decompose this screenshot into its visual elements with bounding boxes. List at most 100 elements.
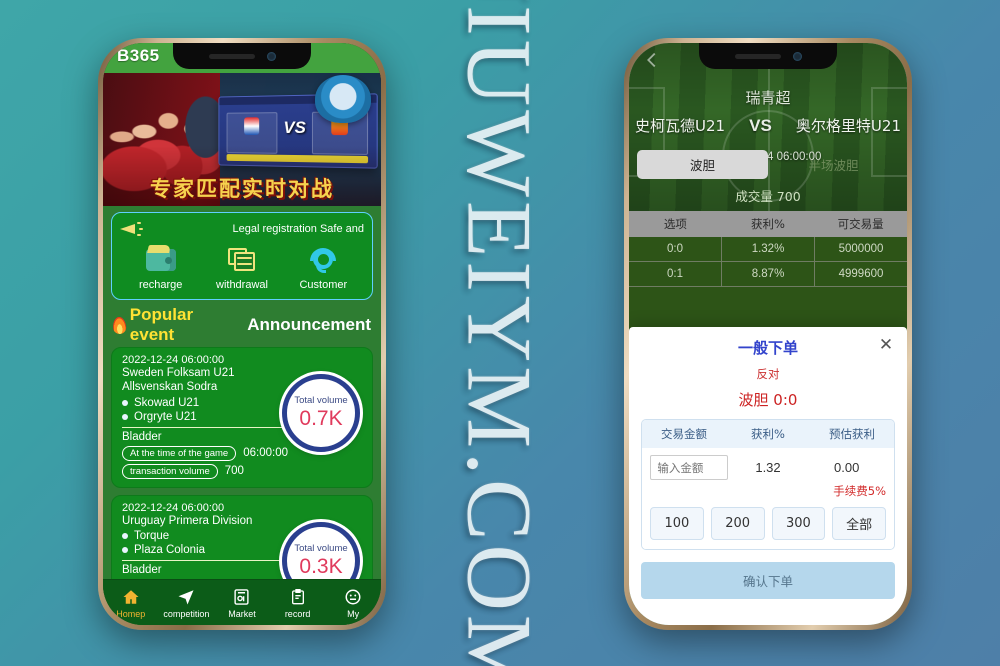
phone-right-screen-frame: 瑞青超 史柯瓦德U21 VS 奥尔格里特U21 2022-12-24 06:00… — [629, 43, 907, 625]
speaker-icon — [208, 53, 255, 59]
bet-column-amount: 交易金额 — [661, 427, 707, 441]
back-chevron-icon[interactable] — [641, 49, 663, 71]
cell-option: 0:0 — [629, 237, 722, 261]
cell-tradable: 5000000 — [838, 243, 884, 255]
quick-actions-card: Legal registration Safe and recharge wit… — [111, 212, 373, 300]
promo-text: Legal registration Safe and — [232, 223, 364, 235]
banner-headline: 专家匹配实时对战 — [150, 177, 334, 201]
action-customer-label: Customer — [299, 279, 348, 291]
flame-icon — [112, 316, 127, 334]
match-detail-screen: 瑞青超 史柯瓦德U21 VS 奥尔格里特U21 2022-12-24 06:00… — [629, 43, 907, 625]
match-volume-row: transaction volume 700 — [122, 463, 362, 479]
quick-amount-row: 100 200 300 全部 — [650, 507, 886, 540]
bet-panel: 交易金额 获利% 预估获利 1.32 0.00 手续费5% — [641, 419, 895, 550]
team-away-name: 奥尔格里特U21 — [795, 117, 901, 135]
team-home-name: 史柯瓦德U21 — [635, 117, 726, 135]
place-order-modal: 一般下单 ✕ 反对 波胆 0:0 交易金额 获利% 预估获利 输入金额 1.32… — [629, 327, 907, 625]
table-row[interactable]: 0:0 1.32% 5000000 — [629, 237, 907, 262]
league-name: 瑞青超 — [745, 89, 791, 107]
total-volume-label: Total volume — [294, 395, 348, 406]
notch-right — [699, 43, 837, 69]
cell-option: 0:1 — [629, 262, 722, 286]
phone-left: B365 VS 专家匹配实时对战 — [98, 38, 386, 630]
total-volume-value: 0.3K — [299, 554, 343, 578]
nav-item-homepage[interactable]: Homep — [103, 587, 159, 619]
volume-value: 700 — [224, 465, 244, 478]
action-recharge[interactable]: recharge — [120, 245, 201, 291]
bet-calc-row: 1.32 0.00 — [650, 455, 886, 480]
nav-item-record[interactable]: record — [270, 587, 326, 619]
bet-side-label: 反对 — [756, 367, 780, 381]
banknotes-icon — [201, 245, 282, 275]
wallet-icon — [120, 245, 201, 275]
promo-row: Legal registration Safe and — [120, 219, 364, 239]
total-volume-value: 0.7K — [299, 407, 343, 430]
action-withdrawal[interactable]: withdrawal — [201, 245, 282, 291]
nav-item-market[interactable]: Market — [214, 587, 270, 619]
kickoff-value: 06:00:00 — [243, 447, 288, 460]
market-tabs: 波胆 半场波胆 — [629, 150, 907, 179]
kickoff-pill: At the time of the game — [122, 445, 237, 461]
vs-label: VS — [749, 115, 772, 135]
match-team-away-label: Plaza Colonia — [134, 544, 205, 557]
column-header-profit: 获利% — [751, 217, 785, 231]
bet-panel-header: 交易金额 获利% 预估获利 — [642, 420, 894, 448]
phone-right: 瑞青超 史柯瓦德U21 VS 奥尔格里特U21 2022-12-24 06:00… — [624, 38, 912, 630]
match-card[interactable]: 2022-12-24 06:00:00 Uruguay Primera Divi… — [111, 494, 373, 579]
megaphone-icon — [120, 221, 143, 237]
bet-column-estimated: 预估获利 — [829, 427, 875, 441]
bullet-icon — [122, 533, 128, 540]
nav-item-market-label: Market — [228, 608, 256, 619]
close-icon[interactable]: ✕ — [877, 336, 895, 354]
quick-amount-300[interactable]: 300 — [771, 507, 826, 540]
turnover-label: 成交量 700 — [735, 189, 801, 204]
hero-banner[interactable]: VS 专家匹配实时对战 — [103, 73, 381, 206]
quick-amount-100[interactable]: 100 — [650, 507, 704, 540]
action-recharge-label: recharge — [138, 279, 183, 291]
profit-percent-value: 1.32 — [755, 460, 781, 475]
match-card[interactable]: 2022-12-24 06:00:00 Sweden Folksam U21 A… — [111, 347, 373, 488]
divider — [122, 560, 287, 562]
volume-pill: transaction volume — [122, 463, 218, 479]
popular-events-header: Popular event Announcement — [103, 300, 381, 347]
nav-item-record-label: record — [284, 608, 311, 619]
cell-profit: 8.87% — [722, 262, 815, 286]
action-withdrawal-label: withdrawal — [216, 279, 268, 291]
teams-row: 史柯瓦德U21 VS 奥尔格里特U21 — [629, 115, 907, 136]
bottom-nav: Homep competition Market record My — [103, 579, 381, 625]
nav-item-my[interactable]: My — [325, 587, 381, 619]
tab-halftime-correct-score[interactable]: 半场波胆 — [768, 150, 899, 179]
estimated-profit-value: 0.00 — [834, 460, 860, 475]
camera-icon — [266, 51, 276, 61]
cell-tradable: 4999600 — [838, 268, 884, 280]
column-header-option: 选项 — [663, 217, 687, 231]
bet-selection-label: 波胆 0:0 — [738, 391, 798, 409]
match-time: 2022-12-24 06:00:00 — [122, 354, 225, 366]
modal-header: 一般下单 ✕ — [641, 336, 895, 358]
match-team-home-label: Skowad U21 — [134, 396, 200, 409]
match-time: 2022-12-24 06:00:00 — [122, 501, 225, 514]
nav-item-my-label: My — [347, 608, 360, 619]
amount-input-wrap — [650, 455, 729, 480]
phone-left-screen-frame: B365 VS 专家匹配实时对战 — [103, 43, 381, 625]
modal-bottom-spacer — [641, 599, 895, 615]
table-row[interactable]: 0:1 8.87% 4999600 — [629, 262, 907, 287]
bet-panel-body: 1.32 0.00 手续费5% 100 200 300 全部 — [642, 448, 894, 549]
nav-item-homepage-label: Homep — [116, 608, 146, 619]
tab-correct-score[interactable]: 波胆 — [637, 150, 768, 179]
app-logo: B365 — [117, 46, 160, 65]
nav-item-competition[interactable]: competition — [159, 587, 215, 619]
match-league: Sweden Folksam U21 Allsvenskan Sodra — [122, 367, 235, 394]
quick-amount-all[interactable]: 全部 — [832, 507, 886, 540]
confirm-order-button[interactable]: 确认下单 — [641, 562, 895, 599]
nav-item-competition-label: competition — [163, 608, 210, 619]
action-customer[interactable]: Customer — [283, 245, 364, 291]
quick-amount-200[interactable]: 200 — [710, 507, 765, 540]
odds-table-header: 选项 获利% 可交易量 — [629, 211, 907, 237]
speaker-icon — [734, 53, 781, 59]
cell-profit: 1.32% — [722, 237, 815, 261]
amount-input[interactable] — [650, 455, 729, 480]
notch-left — [173, 43, 311, 69]
match-list[interactable]: 2022-12-24 06:00:00 Sweden Folksam U21 A… — [103, 347, 381, 579]
home-icon — [103, 587, 159, 607]
